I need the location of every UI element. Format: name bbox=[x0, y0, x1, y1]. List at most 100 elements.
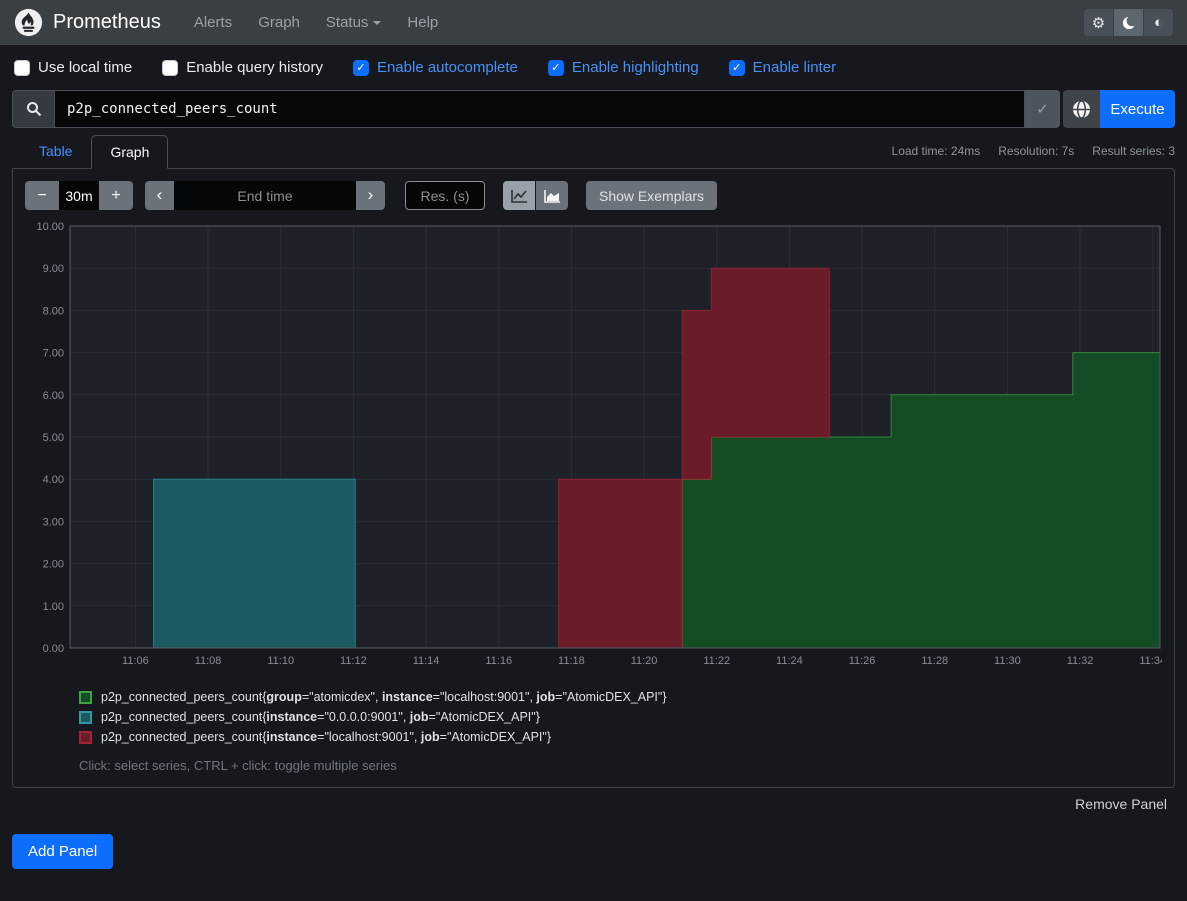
x-axis-label: 11:14 bbox=[413, 655, 440, 667]
query-bar: ✓ Execute bbox=[12, 90, 1175, 128]
checkbox-icon[interactable]: ✓ bbox=[14, 60, 30, 76]
y-axis-label: 3.00 bbox=[43, 516, 64, 528]
nav-link-status[interactable]: Status bbox=[315, 14, 393, 31]
x-axis-label: 11:30 bbox=[994, 655, 1021, 667]
checkbox-enable-autocomplete[interactable]: ✓ Enable autocomplete bbox=[353, 59, 518, 76]
nav-link-alerts[interactable]: Alerts bbox=[183, 14, 243, 31]
checkbox-enable-linter[interactable]: ✓ Enable linter bbox=[729, 59, 836, 76]
time-back-button[interactable]: ‹ bbox=[145, 181, 174, 210]
x-axis-label: 11:28 bbox=[921, 655, 948, 667]
settings-button[interactable]: ⚙ bbox=[1084, 9, 1113, 36]
end-time-input[interactable] bbox=[174, 181, 356, 210]
x-axis-label: 11:24 bbox=[776, 655, 803, 667]
series-swatch bbox=[79, 731, 92, 744]
add-panel-button[interactable]: Add Panel bbox=[12, 834, 113, 869]
query-stats: Load time: 24ms Resolution: 7s Result se… bbox=[892, 144, 1175, 168]
y-axis-label: 2.00 bbox=[43, 559, 64, 571]
stacked-graph-toggle-button[interactable] bbox=[536, 181, 568, 210]
dark-theme-button[interactable] bbox=[1114, 9, 1143, 36]
y-axis-label: 9.00 bbox=[43, 263, 64, 275]
series-area-1 bbox=[154, 479, 356, 648]
series-label: p2p_connected_peers_count{instance="loca… bbox=[101, 730, 551, 744]
metrics-explorer-button[interactable] bbox=[1063, 90, 1100, 128]
chart-container: 0.00 1.00 2.00 3.00 4.00 5.00 6.00 7.00 8.00 9.00… bbox=[25, 220, 1162, 674]
stacked-chart-icon bbox=[544, 189, 561, 203]
time-forward-button[interactable]: › bbox=[356, 181, 385, 210]
navbar: Prometheus Alerts Graph Status Help ⚙ ◐ bbox=[0, 0, 1187, 45]
page-title: Prometheus bbox=[53, 11, 161, 34]
y-axis-label: 10.00 bbox=[36, 221, 64, 233]
query-input[interactable] bbox=[54, 90, 1025, 128]
load-time: Load time: 24ms bbox=[892, 144, 981, 158]
series-swatch bbox=[79, 711, 92, 724]
tabs: Table Graph bbox=[12, 134, 168, 168]
checkbox-use-local-time[interactable]: ✓ Use local time bbox=[14, 59, 132, 76]
result-series: Result series: 3 bbox=[1092, 144, 1175, 158]
brand[interactable]: Prometheus bbox=[14, 8, 161, 37]
end-time-group: ‹ › bbox=[145, 181, 385, 210]
remove-panel-link[interactable]: Remove Panel bbox=[1075, 796, 1167, 812]
tab-table[interactable]: Table bbox=[20, 134, 91, 168]
tabs-row: Table Graph Load time: 24ms Resolution: … bbox=[12, 134, 1175, 168]
line-graph-toggle-button[interactable] bbox=[503, 181, 535, 210]
y-axis-label: 5.00 bbox=[43, 432, 64, 444]
contrast-icon: ◐ bbox=[1154, 14, 1163, 31]
series-label: p2p_connected_peers_count{instance="0.0.… bbox=[101, 710, 540, 724]
legend-item-1[interactable]: p2p_connected_peers_count{instance="0.0.… bbox=[79, 710, 1162, 724]
checkbox-enable-query-history[interactable]: ✓ Enable query history bbox=[162, 59, 323, 76]
range-increase-button[interactable]: + bbox=[99, 181, 133, 210]
x-axis-label: 11:16 bbox=[485, 655, 512, 667]
line-chart-icon bbox=[511, 189, 528, 203]
x-axis-label: 11:18 bbox=[558, 655, 585, 667]
series-swatch bbox=[79, 691, 92, 704]
nav-link-graph[interactable]: Graph bbox=[247, 14, 311, 31]
checkbox-enable-highlighting[interactable]: ✓ Enable highlighting bbox=[548, 59, 699, 76]
checkbox-icon[interactable]: ✓ bbox=[162, 60, 178, 76]
caret-down-icon bbox=[373, 21, 381, 25]
series-label: p2p_connected_peers_count{group="atomicd… bbox=[101, 690, 667, 704]
checkbox-icon[interactable]: ✓ bbox=[353, 60, 369, 76]
x-axis-label: 11:32 bbox=[1067, 655, 1094, 667]
resolution: Resolution: 7s bbox=[998, 144, 1074, 158]
y-axis-label: 1.00 bbox=[43, 601, 64, 613]
x-axis-label: 11:22 bbox=[703, 655, 730, 667]
chart-svg[interactable]: 0.00 1.00 2.00 3.00 4.00 5.00 6.00 7.00 8.00 9.00… bbox=[25, 220, 1162, 670]
search-icon bbox=[26, 101, 42, 117]
tab-graph[interactable]: Graph bbox=[91, 135, 168, 169]
moon-icon bbox=[1122, 16, 1136, 30]
prometheus-logo-icon bbox=[14, 8, 43, 37]
x-axis-label: 11:12 bbox=[340, 655, 367, 667]
globe-icon bbox=[1072, 100, 1091, 119]
options-bar: ✓ Use local time ✓ Enable query history … bbox=[0, 45, 1187, 86]
x-axis-label: 11:06 bbox=[122, 655, 149, 667]
range-group: − + bbox=[25, 181, 133, 210]
show-exemplars-button[interactable]: Show Exemplars bbox=[586, 181, 717, 210]
nav-link-help[interactable]: Help bbox=[396, 14, 449, 31]
checkbox-icon[interactable]: ✓ bbox=[729, 60, 745, 76]
chart-type-group bbox=[503, 181, 568, 210]
y-axis-label: 4.00 bbox=[43, 474, 64, 486]
theme-button-group: ⚙ ◐ bbox=[1084, 9, 1173, 36]
checkbox-icon[interactable]: ✓ bbox=[548, 60, 564, 76]
x-axis-label: 11:20 bbox=[631, 655, 658, 667]
range-decrease-button[interactable]: − bbox=[25, 181, 59, 210]
graph-panel: − + ‹ › bbox=[12, 168, 1175, 788]
execute-button[interactable]: Execute bbox=[1100, 90, 1175, 128]
legend-item-0[interactable]: p2p_connected_peers_count{group="atomicd… bbox=[79, 690, 1162, 704]
remove-panel-row: Remove Panel bbox=[0, 796, 1167, 812]
search-icon-box bbox=[12, 90, 54, 128]
range-input[interactable] bbox=[59, 181, 99, 210]
legend-item-2[interactable]: p2p_connected_peers_count{instance="loca… bbox=[79, 730, 1162, 744]
resolution-input[interactable] bbox=[405, 181, 485, 210]
query-valid-button[interactable]: ✓ bbox=[1025, 90, 1060, 128]
chart-legend: p2p_connected_peers_count{group="atomicd… bbox=[79, 690, 1162, 744]
gear-icon: ⚙ bbox=[1092, 14, 1105, 32]
y-axis-label: 6.00 bbox=[43, 390, 64, 402]
y-axis-label: 7.00 bbox=[43, 348, 64, 360]
y-axis-label: 8.00 bbox=[43, 305, 64, 317]
check-icon: ✓ bbox=[1036, 101, 1049, 118]
auto-theme-button[interactable]: ◐ bbox=[1144, 9, 1173, 36]
x-axis-label: 11:34 bbox=[1139, 655, 1162, 667]
graph-toolbar: − + ‹ › bbox=[25, 181, 1162, 210]
y-axis-label: 0.00 bbox=[43, 643, 64, 655]
